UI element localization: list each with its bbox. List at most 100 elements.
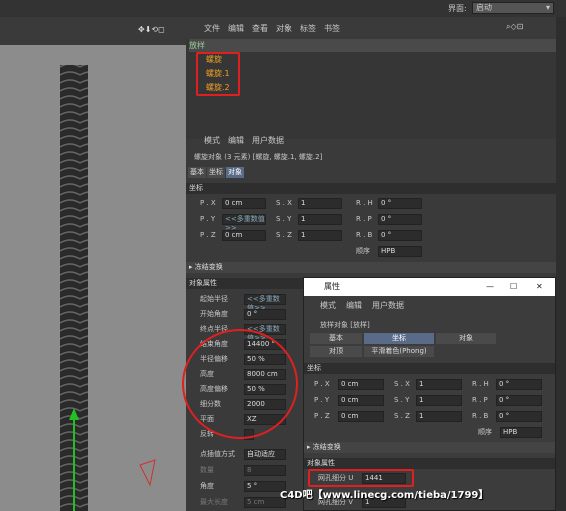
highlight-box-objects: [196, 52, 240, 96]
prop-field-1[interactable]: 0 °: [244, 309, 286, 320]
interp-select[interactable]: 自动适应: [244, 449, 286, 460]
top-bar: 界面: 启动 ▾: [0, 0, 566, 17]
extra-label-2: 最大长度: [200, 498, 228, 506]
popup-rb-label: R . B: [472, 412, 489, 420]
sz-field[interactable]: 1: [298, 230, 342, 241]
pz-field[interactable]: 0 cm: [222, 230, 266, 241]
interp-label: 点插值方式: [200, 450, 235, 458]
viewport-header: ✥⬇⟲◻: [0, 17, 186, 45]
popup-coord-section: 坐标: [304, 363, 555, 374]
popup-rp-label: R . P: [472, 396, 488, 404]
object-manager-menu: 文件 编辑 查看 对象 标签 书签 ⌕◇⊡: [186, 21, 556, 35]
attributes-window: 属性 — ☐ ✕ 模式 编辑 用户数据 放样对象 [放样] 基本 坐标 对象 对…: [303, 277, 556, 511]
selection-title: 螺旋对象 (3 元素) [螺旋, 螺旋.1, 螺旋.2]: [194, 153, 323, 161]
popup-obj-section: 对象属性: [304, 458, 555, 469]
watermark: C4D吧【www.linecg.com/tieba/1799】: [280, 490, 489, 501]
popup-rb-field[interactable]: 0 °: [496, 411, 542, 422]
popup-sx-label: S . X: [394, 380, 410, 388]
sx-label: S . X: [276, 199, 292, 207]
om-menu-edit[interactable]: 编辑: [228, 23, 244, 34]
om-menu-view[interactable]: 查看: [252, 23, 268, 34]
highlight-ellipse: [182, 329, 298, 439]
attr-menu: 模式 编辑 用户数据: [186, 133, 556, 147]
obj-section: 对象属性: [186, 278, 304, 289]
tab-basic[interactable]: 基本: [188, 167, 206, 178]
om-menu-object[interactable]: 对象: [276, 23, 292, 34]
layout-select[interactable]: 启动 ▾: [472, 2, 554, 14]
tree-item-loft[interactable]: 放样: [189, 39, 556, 52]
rh-field[interactable]: 0 °: [378, 198, 422, 209]
extra-label-1: 角度: [200, 482, 214, 490]
popup-object-title: 放样对象 [放样]: [320, 321, 370, 329]
popup-sz-field[interactable]: 1: [416, 411, 462, 422]
popup-pz-label: P . Z: [314, 412, 330, 420]
popup-menu-edit[interactable]: 编辑: [346, 300, 362, 311]
popup-order-label: 顺序: [478, 428, 492, 436]
popup-freeze[interactable]: ▸ 冻结变换: [304, 442, 555, 453]
popup-px-field[interactable]: 0 cm: [338, 379, 384, 390]
right-strip: [556, 17, 566, 511]
py-label: P . Y: [200, 215, 216, 223]
prop-label-1: 开始角度: [200, 310, 228, 318]
popup-sx-field[interactable]: 1: [416, 379, 462, 390]
prop-field-0[interactable]: <<多重数值>>: [244, 294, 286, 312]
freeze-section[interactable]: ▸ 冻结变换: [186, 262, 556, 273]
tab-object[interactable]: 对象: [226, 167, 244, 178]
rh-label: R . H: [356, 199, 373, 207]
viewport-nav-icons[interactable]: ✥⬇⟲◻: [138, 25, 165, 34]
popup-rh-label: R . H: [472, 380, 489, 388]
popup-tab-phong[interactable]: 平滑着色(Phong): [364, 346, 434, 357]
minimize-icon[interactable]: —: [486, 278, 494, 296]
popup-tab-object[interactable]: 对象: [436, 333, 496, 344]
popup-rp-field[interactable]: 0 °: [496, 395, 542, 406]
popup-sy-label: S . Y: [394, 396, 410, 404]
attr-menu-mode[interactable]: 模式: [204, 135, 220, 146]
order-label: 顺序: [356, 247, 370, 255]
attr-menu-userdata[interactable]: 用户数据: [252, 135, 284, 146]
popup-py-field[interactable]: 0 cm: [338, 395, 384, 406]
om-menu-tag[interactable]: 标签: [300, 23, 316, 34]
py-field[interactable]: <<多重数值>>: [222, 214, 266, 232]
om-menu-file[interactable]: 文件: [204, 23, 220, 34]
viewport[interactable]: ✥⬇⟲◻: [0, 17, 186, 511]
extra-field-0[interactable]: 8: [244, 465, 286, 476]
popup-pz-field[interactable]: 0 cm: [338, 411, 384, 422]
om-menu-bookmark[interactable]: 书签: [324, 23, 340, 34]
sy-field[interactable]: 1: [298, 214, 342, 225]
popup-tab-coord[interactable]: 坐标: [364, 333, 434, 344]
popup-order-select[interactable]: HPB: [500, 427, 542, 438]
popup-py-label: P . Y: [314, 396, 330, 404]
popup-menu-mode[interactable]: 模式: [320, 300, 336, 311]
px-label: P . X: [200, 199, 216, 207]
popup-tab-cap[interactable]: 对顶: [310, 346, 362, 357]
popup-menu-userdata[interactable]: 用户数据: [372, 300, 404, 311]
rp-field[interactable]: 0 °: [378, 214, 422, 225]
popup-rh-field[interactable]: 0 °: [496, 379, 542, 390]
extra-label-0: 数量: [200, 466, 214, 474]
px-field[interactable]: 0 cm: [222, 198, 266, 209]
popup-sz-label: S . Z: [394, 412, 410, 420]
maximize-icon[interactable]: ☐: [510, 278, 517, 296]
sz-label: S . Z: [276, 231, 292, 239]
rb-label: R . B: [356, 231, 373, 239]
order-select[interactable]: HPB: [378, 246, 422, 257]
sy-label: S . Y: [276, 215, 292, 223]
tab-coord[interactable]: 坐标: [207, 167, 225, 178]
sx-field[interactable]: 1: [298, 198, 342, 209]
close-icon[interactable]: ✕: [536, 278, 543, 296]
attr-menu-edit[interactable]: 编辑: [228, 135, 244, 146]
popup-px-label: P . X: [314, 380, 330, 388]
spring-model: [60, 65, 156, 511]
pz-label: P . Z: [200, 231, 216, 239]
highlight-box-mesh: [308, 469, 414, 487]
prop-label-0: 起始半径: [200, 295, 228, 303]
object-tree: 放样 螺旋 螺旋.1 螺旋.2: [186, 39, 556, 139]
search-icon[interactable]: ⌕◇⊡: [506, 22, 523, 32]
rb-field[interactable]: 0 °: [378, 230, 422, 241]
coord-section: 坐标: [186, 183, 556, 194]
popup-sy-field[interactable]: 1: [416, 395, 462, 406]
layout-label: 界面:: [448, 4, 467, 13]
window-title: 属性: [324, 282, 340, 291]
window-titlebar: 属性 — ☐ ✕: [304, 278, 555, 296]
popup-tab-basic[interactable]: 基本: [310, 333, 362, 344]
